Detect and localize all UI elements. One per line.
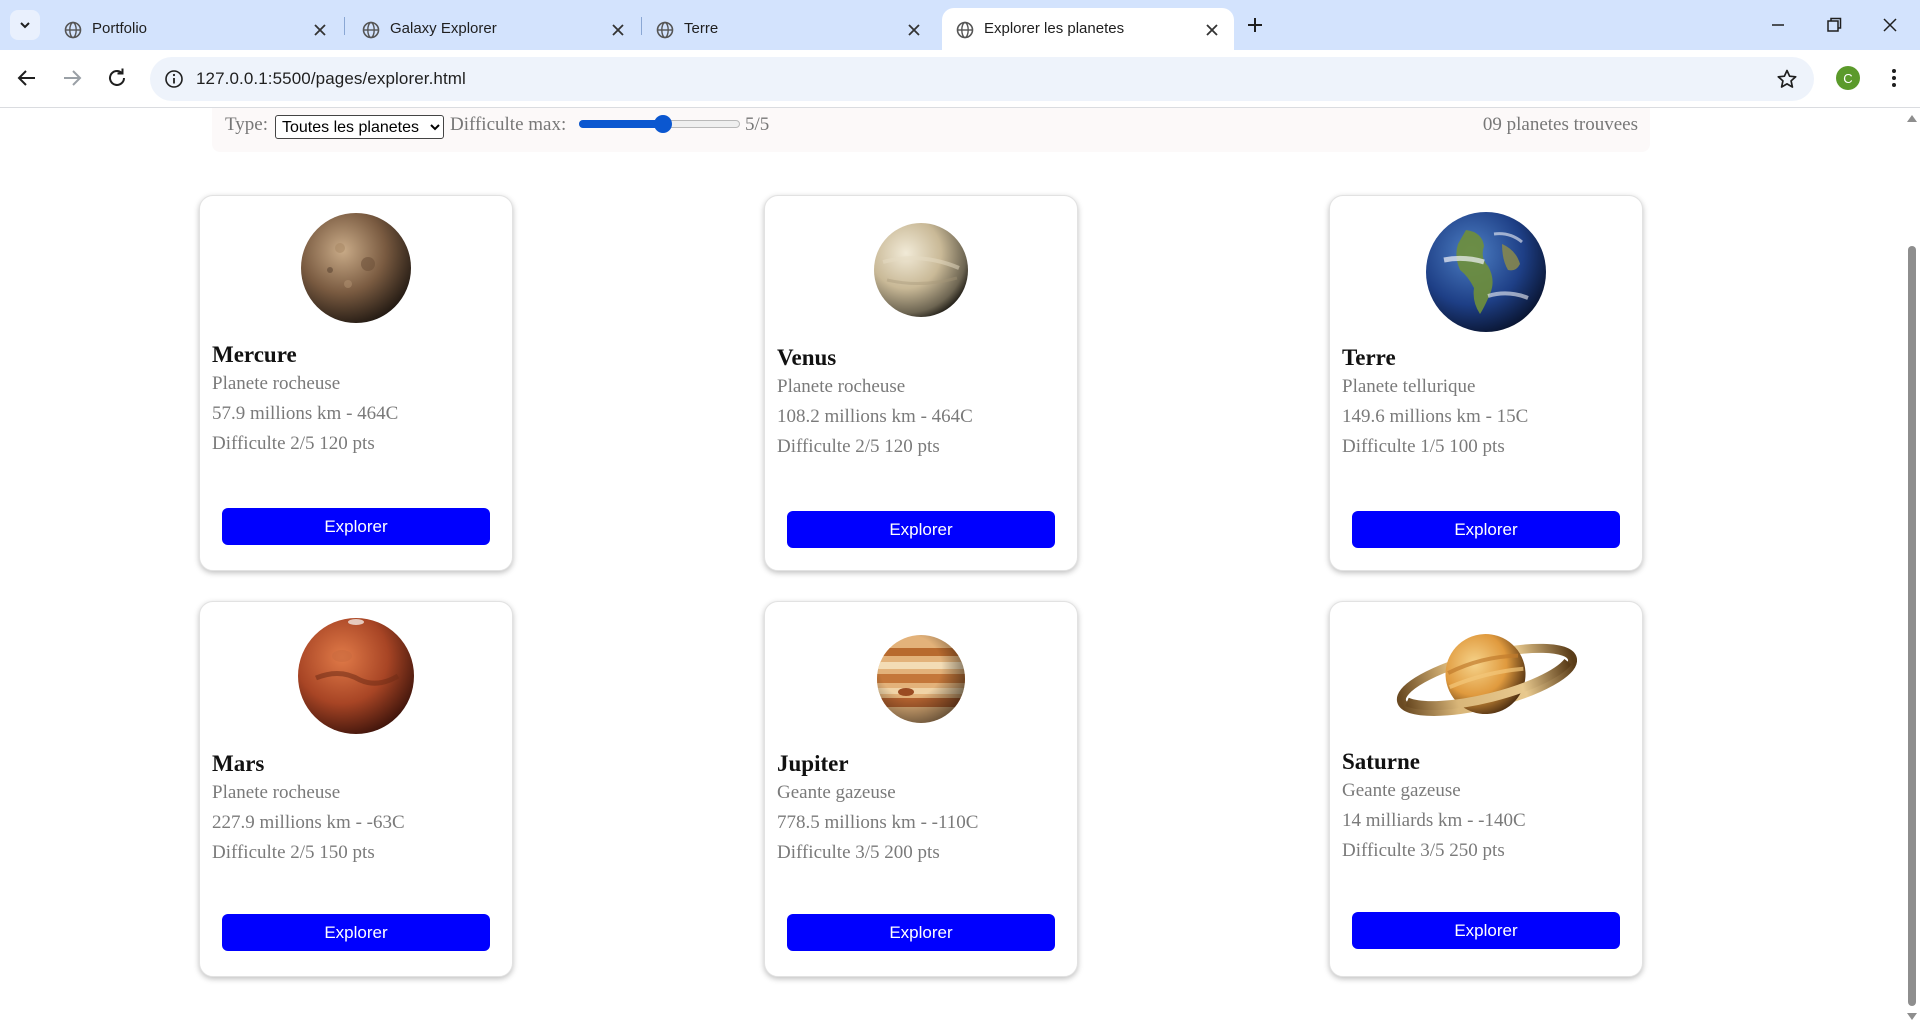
planet-stats: 149.6 millions km - 15C (1342, 406, 1529, 427)
type-label: Type: (225, 114, 268, 135)
reload-icon[interactable] (105, 66, 129, 90)
filter-bar: Type: Toutes les planetes Difficulte max… (212, 108, 1650, 152)
planet-stats: 57.9 millions km - 464C (212, 403, 399, 424)
tab-divider (344, 17, 345, 35)
slider-thumb[interactable] (654, 115, 672, 133)
profile-avatar[interactable]: C (1836, 66, 1860, 90)
tab-strip: Portfolio Galaxy Explorer Terre Explorer… (0, 0, 1920, 50)
explore-button[interactable]: Explorer (222, 508, 490, 545)
earth-image (1426, 212, 1546, 332)
planet-type: Planete rocheuse (212, 782, 341, 803)
difficulty-label: Difficulte max: (450, 114, 567, 135)
tab-title: Explorer les planetes (984, 20, 1125, 37)
globe-icon (64, 21, 82, 39)
restore-icon[interactable] (1824, 15, 1844, 35)
globe-icon (956, 21, 974, 39)
planet-difficulty: Difficulte 1/5 100 pts (1342, 436, 1505, 457)
close-icon[interactable] (1204, 22, 1220, 38)
planet-card-mars: Mars Planete rocheuse 227.9 millions km … (199, 601, 513, 977)
explore-button[interactable]: Explorer (787, 914, 1055, 951)
bookmark-star-icon[interactable] (1776, 68, 1798, 90)
planet-name: Terre (1342, 345, 1396, 370)
planet-difficulty: Difficulte 2/5 120 pts (212, 433, 375, 454)
close-icon[interactable] (312, 22, 328, 38)
url-text[interactable]: 127.0.0.1:5500/pages/explorer.html (196, 69, 466, 89)
mars-image (298, 618, 414, 734)
type-select[interactable]: Toutes les planetes (275, 115, 444, 139)
planet-name: Mars (212, 751, 265, 776)
explore-button[interactable]: Explorer (1352, 511, 1620, 548)
planet-stats: 227.9 millions km - -63C (212, 812, 405, 833)
difficulty-slider[interactable] (579, 114, 740, 134)
tab-title: Terre (684, 20, 719, 37)
more-options-icon[interactable] (1884, 66, 1904, 90)
scroll-down-arrow-icon[interactable] (1907, 1013, 1917, 1021)
tab-title: Galaxy Explorer (390, 20, 497, 37)
planet-stats: 778.5 millions km - -110C (777, 812, 979, 833)
scroll-up-arrow-icon[interactable] (1907, 114, 1917, 122)
globe-icon (362, 21, 380, 39)
venus-image (874, 223, 968, 317)
slider-fill (579, 120, 663, 128)
planet-difficulty: Difficulte 3/5 200 pts (777, 842, 940, 863)
tab-galaxy-explorer[interactable]: Galaxy Explorer (348, 8, 638, 50)
planet-type: Geante gazeuse (1342, 780, 1461, 801)
planet-card-jupiter: Jupiter Geante gazeuse 778.5 millions km… (764, 601, 1078, 977)
chevron-down-icon (20, 22, 30, 29)
planet-type: Planete rocheuse (212, 373, 341, 394)
planet-difficulty: Difficulte 2/5 150 pts (212, 842, 375, 863)
tab-title: Portfolio (92, 20, 148, 37)
minimize-icon[interactable] (1768, 15, 1788, 35)
new-tab-plus-icon[interactable] (1244, 14, 1266, 36)
close-icon[interactable] (610, 22, 626, 38)
saturn-image (1396, 634, 1577, 716)
planet-card-terre: Terre Planete tellurique 149.6 millions … (1329, 195, 1643, 571)
planet-type: Planete rocheuse (777, 376, 906, 397)
jupiter-image (877, 635, 965, 723)
planet-stats: 108.2 millions km - 464C (777, 406, 973, 427)
globe-icon (656, 21, 674, 39)
tab-portfolio[interactable]: Portfolio (50, 8, 338, 50)
page-scrollbar[interactable] (1904, 108, 1920, 1030)
tab-explorer-les-planetes[interactable]: Explorer les planetes (942, 8, 1234, 50)
planet-difficulty: Difficulte 3/5 250 pts (1342, 840, 1505, 861)
explore-button[interactable]: Explorer (787, 511, 1055, 548)
tab-search-button[interactable] (10, 10, 40, 40)
results-count: 09 planetes trouvees (1482, 114, 1638, 135)
tab-terre[interactable]: Terre (642, 8, 934, 50)
back-arrow-icon[interactable] (15, 66, 39, 90)
scrollbar-thumb[interactable] (1908, 246, 1916, 1006)
planet-card-venus: Venus Planete rocheuse 108.2 millions km… (764, 195, 1078, 571)
planet-name: Saturne (1342, 749, 1420, 774)
difficulty-value: 5/5 (745, 114, 770, 135)
explore-button[interactable]: Explorer (1352, 912, 1620, 949)
explore-button[interactable]: Explorer (222, 914, 490, 951)
browser-toolbar: 127.0.0.1:5500/pages/explorer.html C (0, 50, 1920, 108)
mercury-image (301, 213, 411, 323)
forward-arrow-icon[interactable] (60, 66, 84, 90)
planet-difficulty: Difficulte 2/5 120 pts (777, 436, 940, 457)
address-bar[interactable]: 127.0.0.1:5500/pages/explorer.html (150, 57, 1814, 101)
close-window-icon[interactable] (1880, 15, 1900, 35)
planet-stats: 14 milliards km - -140C (1342, 810, 1526, 831)
planet-name: Venus (777, 345, 837, 370)
planet-type: Geante gazeuse (777, 782, 896, 803)
planet-type: Planete tellurique (1342, 376, 1476, 397)
planet-name: Mercure (212, 342, 297, 367)
page-viewport: Type: Toutes les planetes Difficulte max… (0, 108, 1904, 1030)
planet-card-saturne: Saturne Geante gazeuse 14 milliards km -… (1329, 601, 1643, 977)
site-info-icon[interactable] (164, 69, 184, 89)
planet-card-mercure: Mercure Planete rocheuse 57.9 millions k… (199, 195, 513, 571)
close-icon[interactable] (906, 22, 922, 38)
planet-name: Jupiter (777, 751, 849, 776)
